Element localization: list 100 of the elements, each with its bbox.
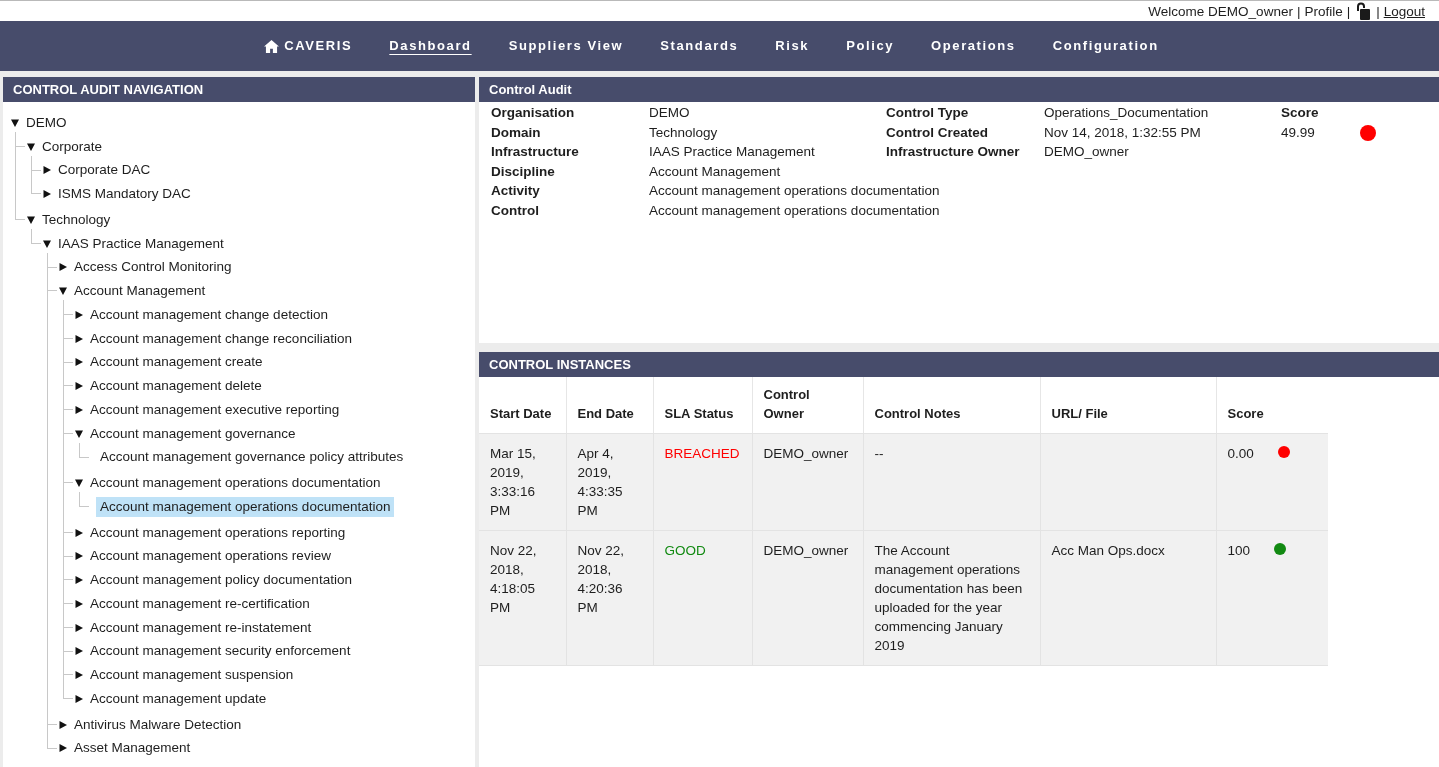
table-cell: The Account management operations documentation has been uploaded for the year commencing January 2019	[863, 530, 1040, 666]
separator: |	[1376, 2, 1380, 21]
field-value: Operations_Documentation	[1044, 104, 1210, 122]
caret-right-icon[interactable]	[75, 358, 83, 367]
table-cell: DEMO_owner	[752, 433, 863, 531]
field-label: Control Created	[886, 123, 989, 142]
table-cell: --	[863, 433, 1040, 531]
score-value: 49.99	[1281, 123, 1316, 142]
caret-down-icon[interactable]	[43, 239, 51, 248]
column-header[interactable]: Control Notes	[863, 377, 1040, 434]
tree-item[interactable]: Account management change detection	[86, 304, 332, 325]
field-label: Infrastructure	[491, 143, 580, 161]
caret-right-icon[interactable]	[75, 334, 83, 343]
caret-right-icon[interactable]	[59, 263, 67, 272]
tree-item[interactable]: Corporate	[38, 136, 107, 157]
caret-down-icon[interactable]	[59, 287, 67, 296]
header-link[interactable]: Profile	[1304, 1, 1343, 21]
caret-down-icon[interactable]	[75, 429, 83, 438]
caret-down-icon[interactable]	[11, 118, 19, 127]
tree-item[interactable]: Antivirus Malware Detection	[70, 714, 246, 735]
column-header[interactable]: SLA Status	[653, 377, 752, 434]
field-value: DEMO	[649, 104, 691, 122]
section-header: CONTROL INSTANCES	[479, 352, 1439, 377]
nav-link[interactable]: Policy	[846, 37, 895, 55]
caret-right-icon[interactable]	[75, 576, 83, 585]
status-text: GOOD	[653, 530, 752, 666]
field-label: Control	[491, 201, 540, 220]
column-header[interactable]: End Date	[566, 377, 653, 434]
table-cell: Nov 22, 2018, 4:18:05 PM	[479, 530, 566, 666]
field-value: Technology	[649, 123, 719, 142]
caret-down-icon[interactable]	[75, 479, 83, 488]
tree-item[interactable]: Technology	[38, 209, 115, 230]
field-label: Activity	[491, 182, 541, 200]
tree-connector	[31, 228, 41, 244]
tree-item[interactable]: Account management create	[86, 352, 267, 373]
tree-item[interactable]: Corporate DAC	[54, 160, 155, 181]
tree-item[interactable]: Account management update	[86, 688, 271, 709]
padlock-icon[interactable]	[1356, 2, 1371, 20]
column-header[interactable]: Control Owner	[752, 377, 863, 434]
caret-down-icon[interactable]	[27, 215, 35, 224]
header-link[interactable]: Logout	[1383, 1, 1425, 21]
tree-item[interactable]: Account management policy documentation	[86, 570, 356, 591]
tree-item[interactable]: DEMO	[22, 112, 71, 133]
column-header[interactable]: Start Date	[479, 377, 566, 434]
caret-down-icon[interactable]	[27, 142, 35, 151]
tree-item[interactable]: Account management change reconciliation	[86, 328, 356, 349]
tree-item[interactable]: Account management governance	[86, 423, 300, 444]
brand-link[interactable]: CAVERIS	[264, 37, 353, 55]
tree-item[interactable]: Account Management	[70, 281, 210, 302]
caret-right-icon[interactable]	[59, 720, 67, 729]
table-cell: Apr 4, 2019, 4:33:35 PM	[566, 433, 653, 531]
tree-item[interactable]: Account management operations documentation	[96, 496, 395, 517]
tree-item[interactable]: Account management operations documentation	[86, 473, 385, 494]
tree-item[interactable]: Account management re-instatement	[86, 617, 316, 638]
caret-right-icon[interactable]	[75, 552, 83, 561]
field-value: DEMO_owner	[1044, 143, 1130, 161]
caret-right-icon[interactable]	[75, 310, 83, 319]
field-label: Infrastructure Owner	[886, 143, 1021, 161]
caret-right-icon[interactable]	[43, 190, 51, 199]
tree-item[interactable]: Asset Management	[70, 738, 195, 759]
nav-link[interactable]: Dashboard	[389, 37, 472, 55]
tree-item[interactable]: Account management suspension	[86, 665, 298, 686]
column-header[interactable]: URL/ File	[1040, 377, 1216, 434]
field-value: Account Management	[649, 162, 782, 181]
caret-right-icon[interactable]	[59, 744, 67, 753]
tree-item[interactable]: IAAS Practice Management	[54, 233, 228, 254]
caret-right-icon[interactable]	[75, 382, 83, 391]
tree-item[interactable]: Access Control Monitoring	[70, 257, 236, 278]
caret-right-icon[interactable]	[75, 647, 83, 656]
user-greeting: Welcome DEMO_owner	[1148, 2, 1293, 21]
tree-item[interactable]: ISMS Mandatory DAC	[54, 184, 195, 205]
nav-link[interactable]: Standards	[660, 37, 739, 55]
nav-link[interactable]: Risk	[775, 37, 810, 55]
table-cell: Acc Man Ops.docx	[1040, 530, 1216, 666]
caret-right-icon[interactable]	[75, 671, 83, 680]
column-header[interactable]: Score	[1216, 377, 1328, 434]
caret-right-icon[interactable]	[75, 405, 83, 414]
tree-item[interactable]: Account management security enforcement	[86, 641, 355, 662]
table-cell: Nov 22, 2018, 4:20:36 PM	[566, 530, 653, 666]
caret-right-icon[interactable]	[75, 623, 83, 632]
field-label: Score	[1281, 104, 1320, 122]
tree-item[interactable]: Account management governance policy attributes	[96, 447, 408, 468]
caret-right-icon[interactable]	[75, 528, 83, 537]
tree-item[interactable]: Account management operations review	[86, 546, 335, 567]
field-label: Domain	[491, 123, 542, 142]
nav-link[interactable]: Suppliers View	[508, 37, 624, 55]
status-text: BREACHED	[653, 433, 752, 531]
caret-right-icon[interactable]	[75, 599, 83, 608]
caret-right-icon[interactable]	[75, 694, 83, 703]
tree-item[interactable]: Account management operations reporting	[86, 522, 350, 543]
separator: |	[1346, 2, 1351, 21]
nav-link[interactable]: Configuration	[1052, 37, 1159, 55]
tree-item[interactable]: Account management re-certification	[86, 593, 314, 614]
home-icon	[264, 39, 280, 53]
nav-link[interactable]: Operations	[931, 37, 1016, 55]
caret-right-icon[interactable]	[43, 166, 51, 175]
field-value: Nov 14, 2018, 1:32:55 PM	[1044, 123, 1202, 142]
score-value: 0.00	[1227, 445, 1254, 463]
tree-item[interactable]: Account management executive reporting	[86, 399, 344, 420]
tree-item[interactable]: Account management delete	[86, 376, 266, 397]
